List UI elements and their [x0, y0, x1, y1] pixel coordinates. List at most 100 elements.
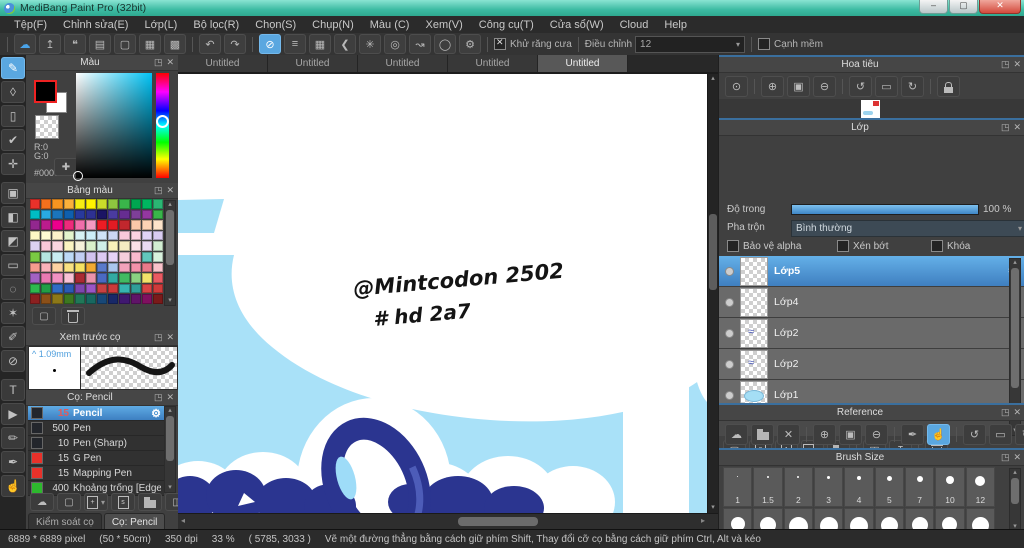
- brush-script-icon[interactable]: s: [111, 493, 135, 511]
- palette-swatch[interactable]: [41, 294, 52, 304]
- snap-settings-icon[interactable]: ⚙: [459, 34, 481, 54]
- brush-size-cell[interactable]: 7: [905, 467, 935, 507]
- alpha-protect-box[interactable]: [727, 240, 739, 252]
- brush-size-cell[interactable]: 1.5: [753, 467, 783, 507]
- layer-row[interactable]: Lớp4: [719, 287, 1024, 318]
- palette-swatch[interactable]: [85, 220, 96, 230]
- popout-icon[interactable]: ◳: [1001, 122, 1010, 133]
- zoom-out-icon[interactable]: ⊖: [813, 76, 836, 97]
- menu-item[interactable]: Chỉnh sửa(E): [55, 18, 136, 32]
- undo-icon[interactable]: ↶: [199, 34, 221, 54]
- scroll-up-icon[interactable]: ▴: [165, 201, 175, 209]
- select-pen-tool[interactable]: ✐: [1, 326, 25, 348]
- palette-swatch[interactable]: [130, 220, 141, 230]
- maximize-button[interactable]: ▢: [949, 0, 978, 14]
- palette-swatch[interactable]: [74, 209, 85, 220]
- palette-swatch[interactable]: [141, 220, 152, 230]
- antialias-checkbox-box[interactable]: [494, 37, 506, 50]
- palette-swatch[interactable]: [30, 251, 41, 262]
- palette-swatch[interactable]: [108, 273, 119, 283]
- palette-swatch[interactable]: [141, 241, 152, 251]
- brush-size-cell[interactable]: 5: [874, 467, 904, 507]
- scroll-right-icon[interactable]: ▸: [701, 516, 705, 525]
- gradient-tool[interactable]: ◩: [1, 230, 25, 252]
- palette-swatch[interactable]: [97, 220, 108, 230]
- gear-icon[interactable]: ⚙: [151, 407, 161, 420]
- snap-concentric-icon[interactable]: ◎: [384, 34, 406, 54]
- canvas-horizontal-scrollbar[interactable]: ◂ ▸: [178, 513, 718, 529]
- layer-visibility-dot[interactable]: [725, 328, 734, 338]
- snap-ellipse-icon[interactable]: ◯: [434, 34, 456, 54]
- size-scrollbar[interactable]: ▴ ▾: [1009, 468, 1021, 532]
- menu-item[interactable]: Công cụ(T): [471, 18, 542, 32]
- redo-icon[interactable]: ↷: [224, 34, 246, 54]
- palette-swatch[interactable]: [130, 251, 141, 262]
- palette-swatch[interactable]: [63, 251, 74, 262]
- brush-new-icon[interactable]: ▢: [57, 493, 81, 511]
- ref-fit-screen-icon[interactable]: ▭: [989, 424, 1012, 445]
- palette-swatch[interactable]: [85, 294, 96, 304]
- palette-swatch[interactable]: [63, 209, 74, 220]
- brush-scrollbar[interactable]: ▴ ▾: [164, 406, 176, 493]
- close-icon[interactable]: ✕: [166, 332, 174, 343]
- palette-swatch[interactable]: [52, 209, 63, 220]
- palette-swatch[interactable]: [63, 220, 74, 230]
- popout-icon[interactable]: ◳: [154, 57, 163, 68]
- palette-swatch[interactable]: [141, 283, 152, 294]
- zoom-actual-icon[interactable]: ⊙: [725, 76, 748, 97]
- brush-size-cell[interactable]: 3: [814, 467, 844, 507]
- brush-size-cell[interactable]: 4: [844, 467, 874, 507]
- foreground-color-swatch[interactable]: [34, 80, 57, 103]
- layer-visibility-dot[interactable]: [725, 359, 734, 369]
- menu-item[interactable]: Lớp(L): [136, 18, 185, 32]
- scroll-thumb[interactable]: [709, 214, 717, 290]
- palette-swatch[interactable]: [52, 230, 63, 241]
- ref-zoom-in-icon[interactable]: ⊕: [813, 424, 836, 445]
- palette-swatch[interactable]: [130, 283, 141, 294]
- palette-swatch[interactable]: [97, 251, 108, 262]
- close-icon[interactable]: ✕: [166, 392, 174, 403]
- scroll-thumb[interactable]: [458, 517, 538, 526]
- transparent-color-swatch[interactable]: [35, 115, 59, 139]
- scroll-down-icon[interactable]: ▾: [165, 484, 175, 492]
- palette-swatch[interactable]: [30, 230, 41, 241]
- hue-slider[interactable]: [156, 73, 169, 178]
- ref-rotate-left-icon[interactable]: ↺: [963, 424, 986, 445]
- palette-swatch[interactable]: [119, 220, 130, 230]
- menu-item[interactable]: Bộ lọc(R): [185, 18, 247, 32]
- popout-icon[interactable]: ◳: [154, 392, 163, 403]
- close-icon[interactable]: ✕: [1013, 452, 1021, 463]
- palette-swatch[interactable]: [30, 273, 41, 283]
- palette-swatch[interactable]: [85, 230, 96, 241]
- minimize-button[interactable]: –: [919, 0, 948, 14]
- brush-size-cell[interactable]: 10: [935, 467, 965, 507]
- popout-icon[interactable]: ◳: [1001, 452, 1010, 463]
- workspace-layout-icon[interactable]: ▩: [164, 34, 186, 54]
- ref-close-icon[interactable]: ✕: [777, 424, 800, 445]
- zoom-in-icon[interactable]: ⊕: [761, 76, 784, 97]
- snap-grid-icon[interactable]: ▦: [309, 34, 331, 54]
- palette-swatch[interactable]: [52, 283, 63, 294]
- blend-select[interactable]: Bình thường ▾: [791, 220, 1024, 237]
- snap-off-icon[interactable]: ⊘: [259, 34, 281, 54]
- palette-swatch[interactable]: [97, 294, 108, 304]
- layer-visibility-dot[interactable]: [725, 297, 734, 307]
- palette-swatch[interactable]: [97, 199, 108, 209]
- palette-swatch[interactable]: [63, 230, 74, 241]
- chat-icon[interactable]: ❝: [64, 34, 86, 54]
- palette-swatch[interactable]: [63, 273, 74, 283]
- palette-swatch[interactable]: [52, 251, 63, 262]
- palette-swatch[interactable]: [85, 262, 96, 273]
- close-icon[interactable]: ✕: [166, 57, 174, 68]
- palette-swatch[interactable]: [108, 294, 119, 304]
- palette-swatch[interactable]: [85, 199, 96, 209]
- palette-swatch[interactable]: [30, 209, 41, 220]
- palette-swatch[interactable]: [41, 273, 52, 283]
- brush-size-cell[interactable]: 12: [965, 467, 995, 507]
- palette-swatch[interactable]: [152, 230, 163, 241]
- close-icon[interactable]: ✕: [1013, 407, 1021, 418]
- palette-swatch[interactable]: [74, 251, 85, 262]
- correction-tool[interactable]: ✔: [1, 129, 25, 151]
- operation-tool[interactable]: ▶: [1, 403, 25, 425]
- canvas[interactable]: @Mintcodon 2502 # hd 2a7: [178, 74, 708, 513]
